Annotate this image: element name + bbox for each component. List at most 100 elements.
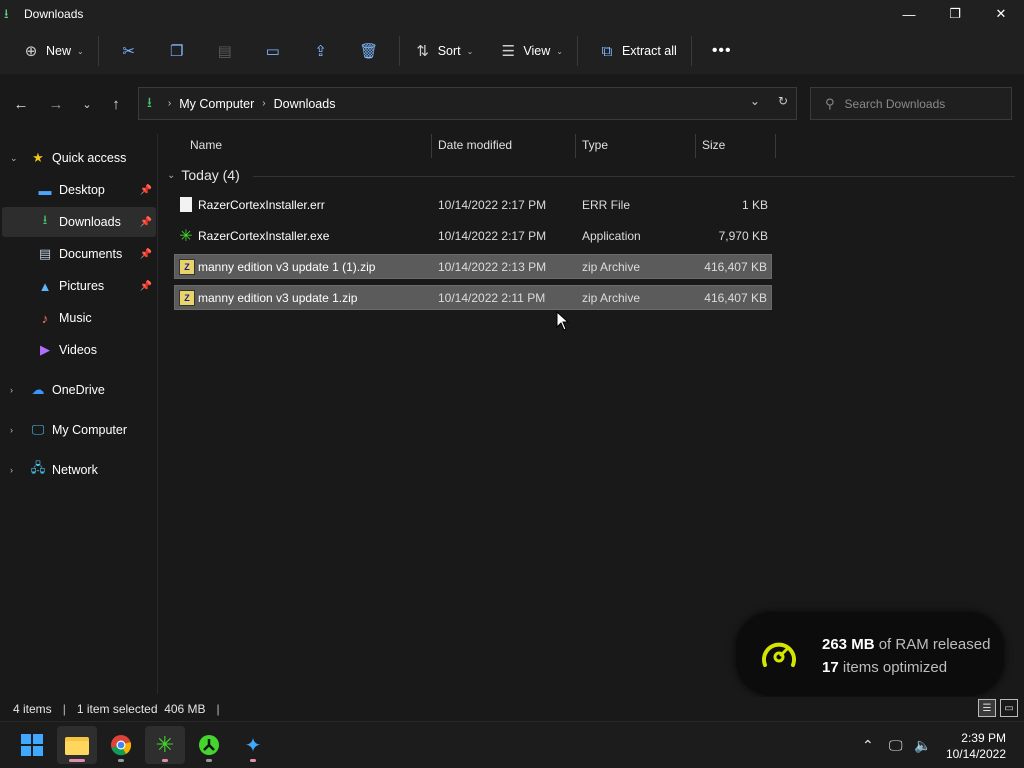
rename-button[interactable]: ▭ <box>249 35 297 67</box>
taskbar-file-explorer[interactable] <box>57 726 97 764</box>
copy-button[interactable]: ❐ <box>153 35 201 67</box>
breadcrumb-downloads[interactable]: Downloads <box>274 97 336 111</box>
search-input[interactable] <box>844 96 995 111</box>
sidebar-item-onedrive[interactable]: › ☁ OneDrive <box>2 375 156 405</box>
new-label: New <box>46 44 72 58</box>
sidebar-item-network[interactable]: › 🖧 Network <box>2 455 156 485</box>
taskbar-razer-cortex[interactable]: ✳ <box>145 726 185 764</box>
column-header-type[interactable]: Type <box>582 134 608 156</box>
delete-button[interactable]: 🗑 <box>345 35 393 67</box>
forward-button[interactable]: → <box>45 93 67 115</box>
file-size: 416,407 KB <box>704 290 767 305</box>
download-icon: ⭳ <box>147 93 152 110</box>
clock[interactable]: 2:39 PM 10/14/2022 <box>946 730 1006 762</box>
table-row[interactable]: ✳ RazerCortexInstaller.exe 10/14/2022 2:… <box>174 223 772 248</box>
minimize-button[interactable]: — <box>886 0 932 28</box>
address-dropdown-icon[interactable]: ⌄ <box>750 94 760 108</box>
taskbar: ✳ ✦ ⌃ 🖵 🔈 2:39 PM 10/14/2022 <box>0 721 1024 768</box>
taskbar-chrome[interactable] <box>101 726 141 764</box>
windows-icon <box>21 734 43 756</box>
folder-icon <box>65 737 89 755</box>
navigation-pane: ⌄ ★ Quick access ▬ Desktop 📌 ⭳ Downloads… <box>0 134 158 694</box>
cut-button[interactable]: ✂ <box>105 35 153 67</box>
new-button[interactable]: ⊕ New ⌄ <box>14 35 92 67</box>
address-bar[interactable]: ⭳ › My Computer › Downloads ⌄ ↻ <box>138 87 797 120</box>
title-bar: ⭳ Downloads — ❐ ✕ <box>0 0 1024 28</box>
column-divider[interactable] <box>775 134 776 158</box>
group-label: Today (4) <box>181 167 240 183</box>
sidebar-item-desktop[interactable]: ▬ Desktop 📌 <box>2 175 156 205</box>
clipboard-icon: ▤ <box>217 43 232 60</box>
paste-button[interactable]: ▤ <box>201 35 249 67</box>
share-button[interactable]: ⇪ <box>297 35 345 67</box>
active-indicator <box>69 759 85 762</box>
column-divider[interactable] <box>575 134 576 158</box>
start-button[interactable] <box>12 726 52 764</box>
sidebar-item-pictures[interactable]: ▲ Pictures 📌 <box>2 271 156 301</box>
trash-icon: 🗑 <box>359 43 379 60</box>
taskbar-game-app[interactable]: ✦ <box>233 726 273 764</box>
search-box[interactable]: ⚲ <box>810 87 1012 120</box>
column-header-size[interactable]: Size <box>702 134 725 156</box>
pin-icon[interactable]: 📌 <box>140 185 152 196</box>
sidebar-item-quick-access[interactable]: ⌄ ★ Quick access <box>2 143 156 173</box>
item-count: 4 items <box>13 702 52 716</box>
sidebar-item-my-computer[interactable]: › 🖵 My Computer <box>2 415 156 445</box>
sidebar-item-downloads[interactable]: ⭳ Downloads 📌 <box>2 207 156 237</box>
pictures-icon: ▲ <box>38 278 52 294</box>
file-date: 10/14/2022 2:17 PM <box>438 228 547 243</box>
divider <box>97 36 99 66</box>
razer-synapse-icon <box>199 735 219 755</box>
table-row[interactable]: RazerCortexInstaller.err 10/14/2022 2:17… <box>174 192 772 217</box>
view-label: View <box>523 44 551 58</box>
sidebar-item-videos[interactable]: ▶ Videos <box>2 335 156 365</box>
restore-button[interactable]: ❐ <box>932 0 978 28</box>
optimization-notification[interactable]: 263 MB of RAM released 17 items optimize… <box>736 612 1004 696</box>
pin-icon[interactable]: 📌 <box>140 281 152 292</box>
clock-time: 2:39 PM <box>961 731 1006 745</box>
sidebar-item-label: Videos <box>59 343 97 357</box>
sort-button[interactable]: ⇅ Sort ⌄ <box>406 35 482 67</box>
group-header-today[interactable]: ⌄ Today (4) <box>167 167 240 183</box>
table-row[interactable]: Z manny edition v3 update 1.zip 10/14/20… <box>174 285 772 310</box>
column-divider[interactable] <box>431 134 432 158</box>
file-date: 10/14/2022 2:11 PM <box>438 290 546 305</box>
running-indicator <box>118 759 124 762</box>
breadcrumb-my-computer[interactable]: My Computer <box>179 97 254 111</box>
zip-archive-icon: Z <box>179 258 195 275</box>
pin-icon[interactable]: 📌 <box>140 249 152 260</box>
back-button[interactable]: ← <box>10 93 32 115</box>
show-hidden-icons-button[interactable]: ⌃ <box>862 722 874 768</box>
download-icon: ⭳ <box>42 212 48 227</box>
file-type: zip Archive <box>582 290 641 305</box>
share-icon: ⇪ <box>314 43 327 60</box>
items-value: 17 <box>822 659 839 676</box>
pin-icon[interactable]: 📌 <box>140 217 152 228</box>
network-status-button[interactable]: 🖵 <box>889 722 903 768</box>
column-header-date[interactable]: Date modified <box>438 134 512 156</box>
view-button[interactable]: ☰ View ⌄ <box>491 35 571 67</box>
up-button[interactable]: ↑ <box>105 93 127 115</box>
recent-locations-button[interactable]: ⌄ <box>76 93 98 115</box>
column-divider[interactable] <box>695 134 696 158</box>
sort-label: Sort <box>437 44 461 58</box>
more-options-button[interactable]: ••• <box>704 35 740 67</box>
close-button[interactable]: ✕ <box>978 0 1024 28</box>
tiles-view-button[interactable]: ▭ <box>1000 699 1018 717</box>
extract-all-button[interactable]: ⧉ Extract all <box>590 35 685 67</box>
status-bar: 4 items | 1 item selected 406 MB | ☰ ▭ <box>0 697 1024 721</box>
divider: | <box>216 702 220 716</box>
sidebar-item-music[interactable]: ♪ Music <box>2 303 156 333</box>
volume-button[interactable]: 🔈 <box>914 722 931 768</box>
refresh-icon[interactable]: ↻ <box>778 94 788 108</box>
chevron-down-icon: ⌄ <box>466 46 474 56</box>
videos-icon: ▶ <box>40 342 50 357</box>
file-list: Name Date modified Type Size ⌄ Today (4)… <box>159 134 1024 694</box>
taskbar-razer-synapse[interactable] <box>189 726 229 764</box>
table-row[interactable]: Z manny edition v3 update 1 (1).zip 10/1… <box>174 254 772 279</box>
column-header-name[interactable]: Name <box>190 134 222 156</box>
sidebar-item-label: My Computer <box>52 423 128 437</box>
details-view-button[interactable]: ☰ <box>978 699 996 717</box>
music-icon: ♪ <box>41 310 49 326</box>
sidebar-item-documents[interactable]: ▤ Documents 📌 <box>2 239 156 269</box>
